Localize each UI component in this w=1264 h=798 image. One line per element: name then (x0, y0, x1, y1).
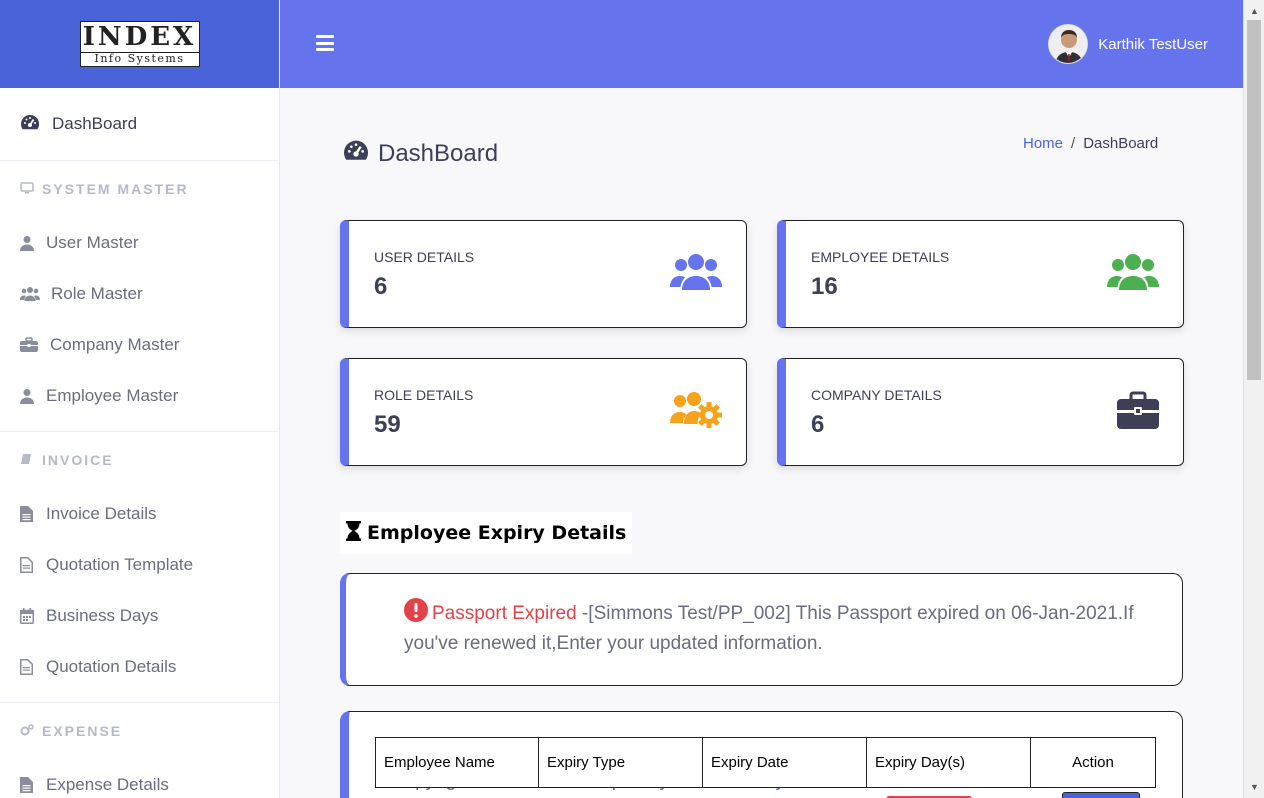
alert-title: Passport Expired (432, 603, 577, 624)
action-button[interactable] (1062, 792, 1140, 798)
passport-expired-alert: Passport Expired -[Simmons Test/PP_002] … (340, 573, 1183, 686)
card-label: ROLE DETAILS (374, 387, 474, 403)
sidebar-item-label: Employee Master (46, 385, 179, 405)
avatar (1048, 24, 1089, 64)
sidebar-section-expense: EXPENSE Expense Details (0, 703, 279, 798)
sidebar-item-label: DashBoard (52, 114, 138, 133)
users-cog-icon (670, 391, 722, 434)
company-details-card[interactable]: COMPANY DETAILS 6 (777, 358, 1184, 466)
users-icon (1107, 253, 1159, 296)
scroll-up-arrow-icon[interactable]: ▲ (1244, 2, 1264, 20)
column-header-employee-name[interactable]: Employee Name (375, 737, 539, 788)
file-text-icon (20, 776, 42, 793)
sidebar-section-system-master: SYSTEM MASTER User Master Role Master Co… (0, 161, 279, 432)
book-icon (20, 452, 36, 468)
exclamation-circle-icon (404, 598, 428, 622)
sidebar-item-expense-details[interactable]: Expense Details (0, 759, 279, 798)
user-details-card[interactable]: USER DETAILS 6 (340, 220, 747, 328)
breadcrumb-separator: / (1071, 135, 1076, 152)
sidebar-item-quotation-template[interactable]: Quotation Template (0, 539, 279, 590)
sidebar-item-label: Role Master (51, 283, 143, 303)
page-title-text: DashBoard (378, 139, 499, 167)
sidebar-item-company-master[interactable]: Company Master (0, 319, 279, 370)
table-header-row: Employee Name Expiry Type Expiry Date Ex… (375, 737, 1156, 788)
column-header-expiry-type[interactable]: Expiry Type (538, 737, 703, 788)
breadcrumb-current: DashBoard (1083, 135, 1159, 152)
section-title: INVOICE (0, 432, 279, 488)
section-title: EXPENSE (0, 703, 279, 759)
file-text-icon (20, 556, 42, 573)
sidebar-item-label: Quotation Details (46, 656, 177, 676)
logo-area: INDEX Info Systems (0, 0, 279, 88)
sidebar-item-business-days[interactable]: Business Days (0, 590, 279, 641)
expiry-table-card: copyright © 2021 - developed by Index In… (340, 711, 1183, 798)
section-title-label: EXPENSE (42, 723, 123, 739)
sidebar-section-invoice: INVOICE Invoice Details Quotation Templa… (0, 432, 279, 703)
user-name: Karthik TestUser (1098, 35, 1208, 53)
sidebar-item-user-master[interactable]: User Master (0, 217, 279, 268)
user-icon (20, 235, 42, 251)
logo[interactable]: INDEX Info Systems (79, 21, 200, 67)
hourglass-icon (346, 520, 361, 546)
dashboard-gauge-icon (342, 138, 370, 169)
sidebar-item-employee-master[interactable]: Employee Master (0, 370, 279, 421)
user-icon (20, 388, 42, 404)
file-text-icon (20, 658, 42, 675)
page-title: DashBoard (342, 138, 498, 169)
cogs-icon (20, 723, 36, 739)
logo-main-text: INDEX (82, 22, 197, 52)
dashboard-gauge-icon (20, 113, 42, 136)
menu-toggle-icon[interactable] (316, 35, 334, 51)
sidebar: INDEX Info Systems DashBoard SYSTEM MAST… (0, 0, 280, 798)
sidebar-item-quotation-details[interactable]: Quotation Details (0, 641, 279, 692)
users-icon (20, 286, 47, 302)
expiry-heading-text: Employee Expiry Details (367, 522, 627, 544)
briefcase-icon (1117, 391, 1159, 434)
card-label: EMPLOYEE DETAILS (811, 249, 950, 265)
card-value: 59 (374, 411, 401, 438)
expiry-table: Employee Name Expiry Type Expiry Date Ex… (375, 737, 1156, 788)
file-text-icon (20, 505, 42, 522)
column-header-action: Action (1030, 737, 1156, 788)
section-title: SYSTEM MASTER (0, 161, 279, 217)
sidebar-item-label: Company Master (50, 334, 180, 354)
section-title-label: INVOICE (42, 452, 114, 468)
employee-details-card[interactable]: EMPLOYEE DETAILS 16 (777, 220, 1184, 328)
sidebar-item-label: Expense Details (46, 774, 169, 794)
calendar-icon (20, 607, 42, 624)
page-scrollbar[interactable]: ▲ ▼ (1243, 0, 1264, 798)
role-details-card[interactable]: ROLE DETAILS 59 (340, 358, 747, 466)
sidebar-item-label: Invoice Details (46, 503, 157, 523)
card-value: 6 (811, 411, 825, 438)
monitor-icon (20, 181, 36, 197)
scroll-thumb[interactable] (1247, 20, 1261, 380)
sidebar-item-dashboard[interactable]: DashBoard (0, 88, 279, 161)
sidebar-item-role-master[interactable]: Role Master (0, 268, 279, 319)
sidebar-item-label: User Master (46, 232, 139, 252)
sidebar-item-label: Quotation Template (46, 554, 194, 574)
section-title-label: SYSTEM MASTER (42, 181, 189, 197)
card-value: 16 (811, 273, 838, 300)
breadcrumb: Home / DashBoard (1023, 135, 1158, 152)
sidebar-item-invoice-details[interactable]: Invoice Details (0, 488, 279, 539)
column-header-expiry-days[interactable]: Expiry Day(s) (866, 737, 1031, 788)
card-label: USER DETAILS (374, 249, 475, 265)
breadcrumb-home-link[interactable]: Home (1023, 135, 1063, 152)
expiry-heading: Employee Expiry Details (340, 512, 633, 554)
sidebar-item-label: Business Days (46, 605, 159, 625)
briefcase-icon (20, 337, 46, 352)
logo-sub-text: Info Systems (80, 52, 199, 64)
top-header: Karthik TestUser (280, 0, 1243, 88)
card-value: 6 (374, 273, 388, 300)
users-icon (670, 253, 722, 296)
scroll-down-arrow-icon[interactable]: ▼ (1244, 778, 1264, 796)
column-header-expiry-date[interactable]: Expiry Date (702, 737, 867, 788)
user-menu[interactable]: Karthik TestUser (1048, 24, 1208, 64)
card-label: COMPANY DETAILS (811, 387, 942, 403)
